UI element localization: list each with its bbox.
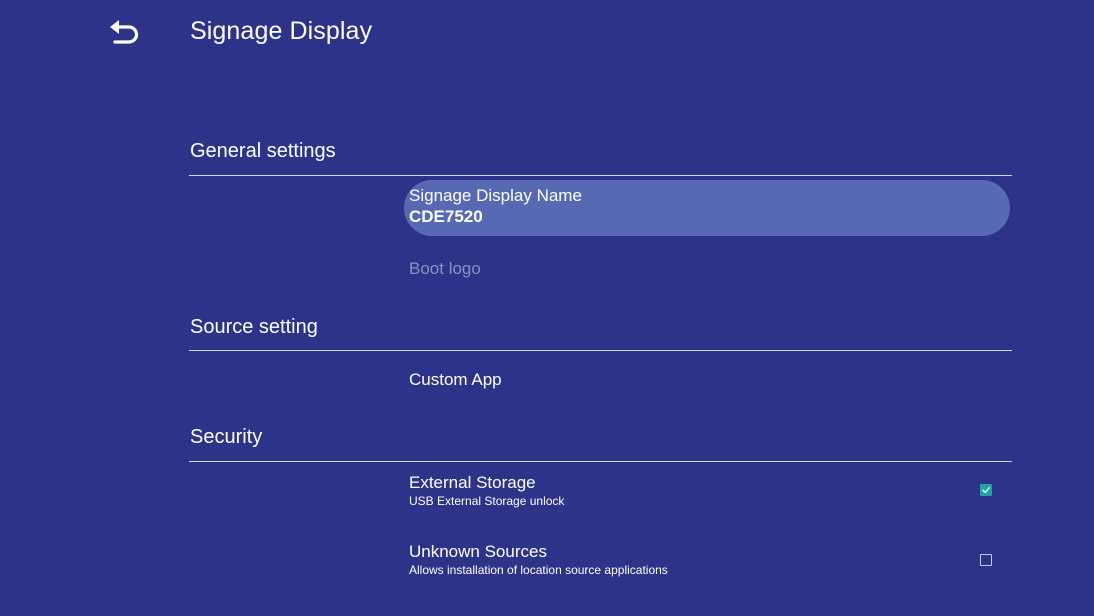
boot-logo-label: Boot logo [409, 259, 481, 278]
unknown-sources-label: Unknown Sources [409, 542, 547, 561]
page-title: Signage Display [190, 17, 373, 45]
divider-source [189, 350, 1012, 351]
back-button[interactable] [100, 10, 148, 54]
section-header-general: General settings [190, 140, 336, 162]
external-storage-label: External Storage [409, 473, 536, 492]
divider-general [189, 175, 1012, 176]
signage-display-name-label: Signage Display Name [409, 186, 582, 205]
external-storage-item[interactable]: External Storage USB External Storage un… [404, 472, 1010, 510]
unknown-sources-checkbox[interactable] [980, 554, 992, 566]
divider-security [189, 461, 1012, 462]
external-storage-subtitle: USB External Storage unlock [409, 494, 565, 508]
signage-display-name-item[interactable]: Signage Display Name CDE7520 [404, 180, 1010, 236]
boot-logo-item[interactable]: Boot logo [404, 258, 1010, 279]
external-storage-checkbox[interactable] [980, 484, 992, 496]
unknown-sources-subtitle: Allows installation of location source a… [409, 563, 668, 577]
custom-app-label: Custom App [409, 370, 502, 389]
section-header-security: Security [190, 426, 263, 448]
unknown-sources-item[interactable]: Unknown Sources Allows installation of l… [404, 541, 1010, 579]
signage-display-name-value: CDE7520 [409, 207, 483, 226]
section-header-source: Source setting [190, 316, 318, 338]
back-arrow-icon [110, 20, 139, 44]
custom-app-item[interactable]: Custom App [404, 369, 1010, 390]
checkmark-icon [982, 487, 990, 494]
